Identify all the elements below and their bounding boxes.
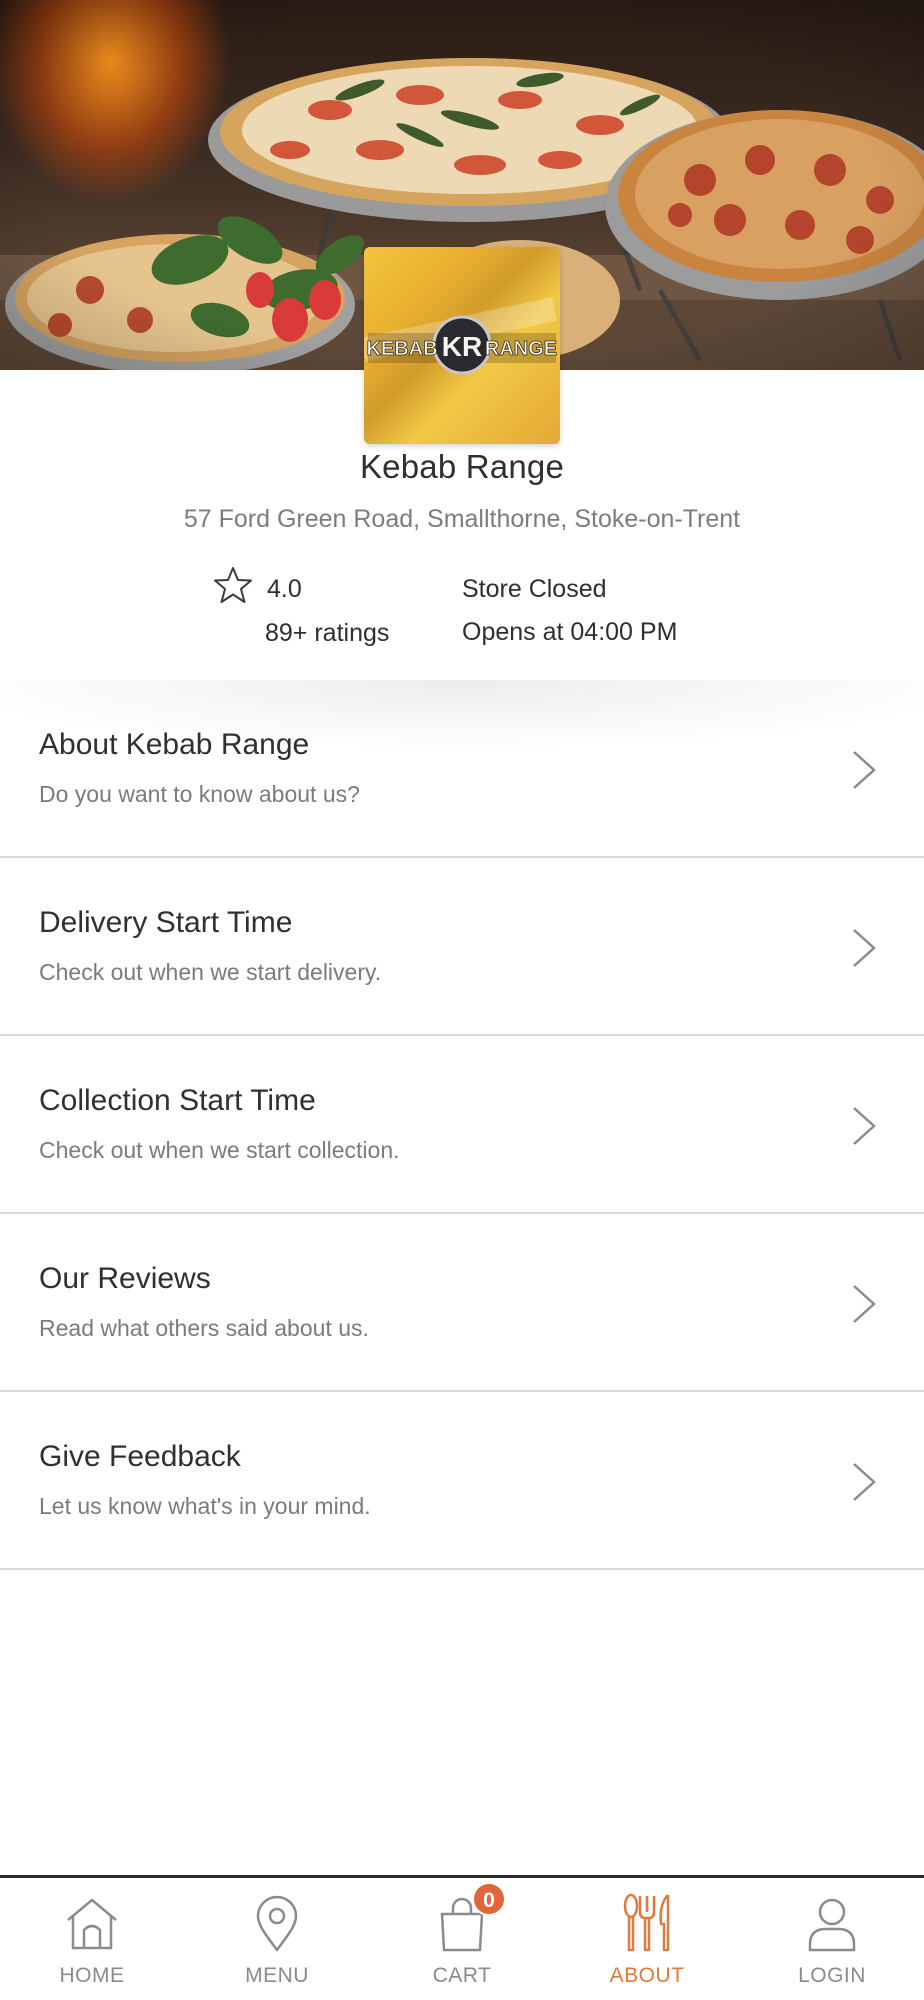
user-icon: [808, 1898, 856, 1952]
chevron-right-icon: [853, 929, 876, 967]
nav-home-label: HOME: [59, 1964, 125, 1987]
nav-cart[interactable]: CART: [370, 1878, 554, 2000]
chevron-right-icon: [853, 751, 876, 789]
chevron-right-icon: [853, 1463, 876, 1501]
star-icon: [214, 567, 252, 603]
bottom-nav-bar: HOME MENU CART ABOUT LOGIN: [0, 1875, 924, 2000]
store-name: Kebab Range: [359, 448, 565, 485]
store-status: Store Closed: [462, 575, 607, 603]
list-item-title: Delivery Start Time: [39, 906, 293, 939]
list-item-subtitle: Do you want to know about us?: [39, 781, 360, 807]
list-item-about[interactable]: About Kebab Range Do you want to know ab…: [0, 680, 924, 858]
list-item-subtitle: Let us know what's in your mind.: [39, 1493, 371, 1519]
ratings-count: 89+ ratings: [265, 619, 390, 647]
cutlery-icon: [623, 1893, 670, 1952]
store-address: 57 Ford Green Road, Smallthorne, Stoke-o…: [183, 505, 741, 533]
list-item-give-feedback[interactable]: Give Feedback Let us know what's in your…: [0, 1392, 924, 1570]
nav-about-label: ABOUT: [609, 1964, 685, 1987]
store-opening-time: Opens at 04:00 PM: [462, 618, 678, 646]
logo-mark-text: KR: [442, 331, 482, 362]
list-item-title: Give Feedback: [39, 1440, 241, 1473]
list-item-title: About Kebab Range: [39, 728, 310, 761]
chevron-right-icon: [853, 1107, 876, 1145]
list-item-subtitle: Read what others said about us.: [39, 1315, 369, 1341]
list-item-subtitle: Check out when we start delivery.: [39, 959, 382, 985]
list-item-subtitle: Check out when we start collection.: [39, 1137, 400, 1163]
rating-value: 4.0: [267, 575, 302, 603]
home-icon: [67, 1898, 117, 1950]
nav-login[interactable]: LOGIN: [740, 1878, 924, 2000]
about-page: KR KEBAB RANGE Kebab Range 57 Ford Green…: [0, 0, 924, 2000]
list-item-title: Collection Start Time: [39, 1084, 316, 1117]
nav-home[interactable]: HOME: [0, 1878, 184, 2000]
cart-count-badge: 0: [472, 1882, 506, 1916]
nav-menu-label: MENU: [245, 1964, 309, 1987]
logo-left-text: KEBAB: [366, 338, 437, 360]
location-pin-icon: [256, 1895, 298, 1952]
nav-login-label: LOGIN: [798, 1964, 866, 1987]
about-menu-list: About Kebab Range Do you want to know ab…: [0, 680, 924, 1570]
list-item-collection-start-time[interactable]: Collection Start Time Check out when we …: [0, 1036, 924, 1214]
list-item-title: Our Reviews: [39, 1262, 211, 1295]
store-logo: KR KEBAB RANGE: [364, 247, 560, 444]
nav-menu[interactable]: MENU: [185, 1878, 369, 2000]
nav-about[interactable]: ABOUT: [555, 1878, 739, 2000]
list-item-delivery-start-time[interactable]: Delivery Start Time Check out when we st…: [0, 858, 924, 1036]
nav-cart-label: CART: [432, 1964, 492, 1987]
chevron-right-icon: [853, 1285, 876, 1323]
logo-right-text: RANGE: [485, 338, 557, 360]
list-item-our-reviews[interactable]: Our Reviews Read what others said about …: [0, 1214, 924, 1392]
